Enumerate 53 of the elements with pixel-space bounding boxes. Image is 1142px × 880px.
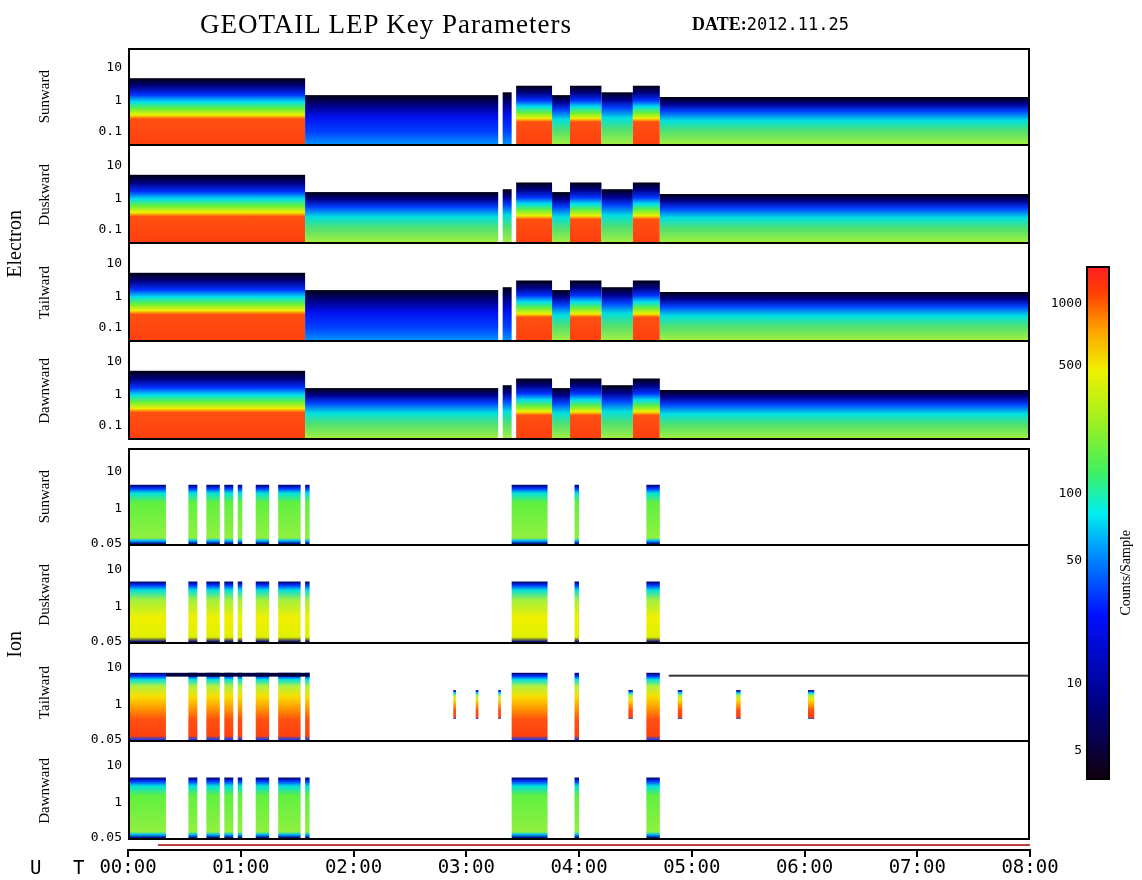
y-tick-label: 0.05 [90,632,122,648]
panel-label: Tailward [35,266,53,320]
y-tick-label: 1 [114,597,122,613]
y-tick-label: 10 [106,156,122,172]
colorbar-tick-label: 10 [1066,674,1082,690]
date-value: 2012.11.25 [746,13,849,34]
x-tick-label: 00:00 [99,855,157,877]
panel-label: Duskward [35,164,53,226]
colorbar-title: Counts/Sample [1118,530,1134,616]
date-label: DATE: [692,13,747,35]
group-label: Ion [2,630,26,658]
colorbar-tick-label: 1000 [1050,294,1082,310]
panel-label: Sunward [35,70,53,124]
x-tick-label: 03:00 [437,855,495,877]
y-tick-label: 0.05 [90,534,122,550]
y-tick-label: 1 [114,793,122,809]
x-tick-label: 07:00 [888,855,946,877]
panel-label: Dawnward [35,358,53,424]
y-tick-label: 10 [106,560,122,576]
y-tick-label: 0.05 [90,828,122,844]
x-tick-label: 01:00 [212,855,270,877]
panel-label: Dawnward [35,758,53,824]
panel-label: Tailward [35,666,53,720]
x-tick-label: 02:00 [324,855,383,877]
colorbar-tick-label: 500 [1058,356,1082,372]
y-tick-label: 1 [114,287,122,303]
x-tick-label: 04:00 [550,855,608,877]
y-tick-label: 1 [114,499,122,515]
colorbar-tick-label: 50 [1066,551,1082,567]
panel-label: Duskward [35,564,53,626]
y-tick-label: 1 [114,695,122,711]
y-tick-label: 1 [114,91,122,107]
y-tick-label: 0.1 [98,220,122,236]
y-tick-label: 10 [106,756,122,772]
colorbar-tick-label: 5 [1074,741,1082,757]
y-tick-label: 10 [106,352,122,368]
y-tick-label: 1 [114,189,122,205]
panel-label: Sunward [35,470,53,524]
y-tick-label: 0.1 [98,416,122,432]
group-label: Electron [2,210,26,278]
x-tick-label: 08:00 [1001,855,1059,877]
y-tick-label: 1 [114,385,122,401]
y-tick-label: 0.1 [98,122,122,138]
y-tick-label: 10 [106,658,122,674]
y-tick-label: 10 [106,462,122,478]
colorbar-tick-label: 100 [1058,484,1082,500]
y-tick-label: 0.1 [98,318,122,334]
y-tick-label: 10 [106,254,122,270]
y-tick-label: 0.05 [90,730,122,746]
chart-title: GEOTAIL LEP Key Parameters [200,8,572,40]
x-tick-label: 06:00 [775,855,834,877]
x-tick-label: 05:00 [663,855,721,877]
y-tick-label: 10 [106,58,122,74]
